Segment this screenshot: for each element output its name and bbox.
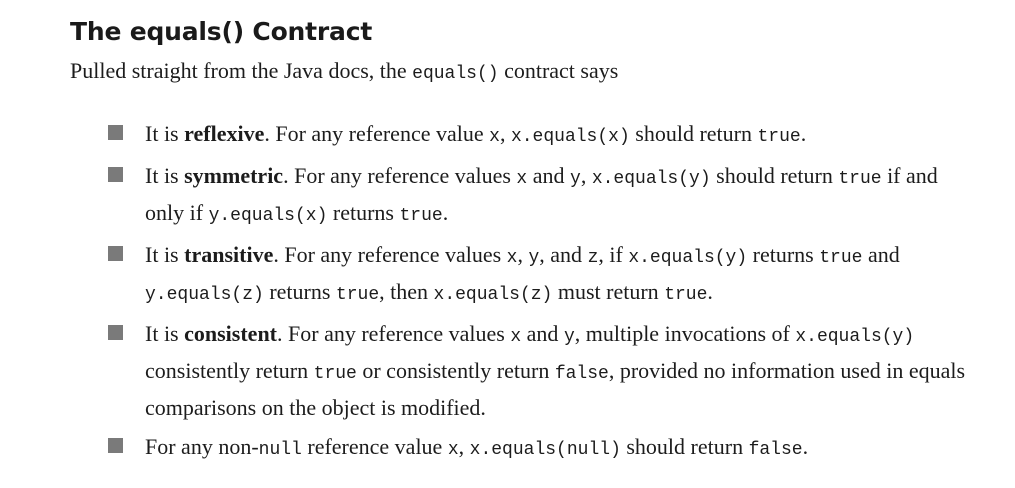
rule-code: true	[757, 127, 801, 147]
rule-code: x	[510, 327, 522, 347]
rule-text: and	[527, 163, 570, 188]
rule-code: y.equals(z)	[145, 285, 264, 305]
contract-rules-list: It is reflexive. For any reference value…	[70, 117, 970, 467]
square-bullet-icon	[108, 325, 123, 340]
square-bullet-icon	[108, 125, 123, 140]
rule-text: returns	[263, 279, 336, 304]
rule-term: consistent	[184, 321, 278, 346]
rule-code: x	[506, 248, 518, 268]
rule-text: It is	[145, 121, 185, 146]
rule-code: x.equals(y)	[628, 248, 748, 268]
rule-text: ,	[458, 434, 470, 459]
contract-rule-item: It is symmetric. For any reference value…	[70, 159, 970, 233]
rule-text: .	[800, 121, 807, 146]
rule-term: reflexive	[184, 121, 265, 146]
rule-text: . For any reference values	[277, 321, 511, 346]
rule-term: symmetric	[184, 163, 284, 188]
rule-text: It is	[145, 321, 185, 346]
rule-text: . For any reference values	[283, 163, 517, 188]
rule-code: y	[563, 327, 575, 347]
rule-code: y	[570, 169, 581, 189]
rule-text: ,	[580, 163, 592, 188]
rule-code: true	[335, 285, 380, 305]
rule-text: returns	[327, 200, 400, 225]
rule-code: true	[664, 285, 708, 305]
rule-text: , multiple invocations of	[574, 321, 796, 346]
rule-code: x.equals(z)	[433, 285, 553, 305]
rule-code: true	[819, 248, 863, 268]
rule-code: x.equals(null)	[469, 440, 621, 460]
section-heading: The equals() Contract	[70, 17, 373, 46]
rule-code: y	[528, 248, 540, 268]
rule-text: ,	[499, 121, 511, 146]
rule-text: reference value	[301, 434, 448, 459]
rule-text: returns	[747, 242, 820, 267]
rule-text: , and	[539, 242, 588, 267]
document-page: The equals() Contract Pulled straight fr…	[70, 14, 970, 472]
rule-term: transitive	[184, 242, 274, 267]
rule-text: and	[521, 321, 564, 346]
rule-text: should return	[620, 434, 749, 459]
intro-tail: contract says	[498, 58, 619, 83]
rule-text: , if	[598, 242, 629, 267]
intro-text: Pulled straight from the Java docs, the	[70, 58, 413, 83]
rule-text: must return	[552, 279, 665, 304]
square-bullet-icon	[108, 167, 123, 182]
rule-code: x	[516, 169, 528, 189]
rule-code: false	[554, 364, 609, 384]
intro-code: equals()	[412, 64, 499, 84]
rule-text: should return	[710, 163, 839, 188]
rule-code: null	[258, 440, 302, 460]
rule-text: For any non-	[145, 434, 259, 459]
square-bullet-icon	[108, 438, 123, 453]
rule-text: should return	[629, 121, 758, 146]
rule-text: or consistently return	[356, 358, 555, 383]
rule-text: .	[442, 200, 449, 225]
rule-code: x	[489, 127, 500, 147]
rule-code: x.equals(y)	[795, 327, 915, 347]
rule-text: It is	[145, 242, 185, 267]
contract-rule-item: For any non-null reference value x, x.eq…	[70, 430, 970, 467]
rule-text: . For any reference value	[264, 121, 490, 146]
rule-code: true	[399, 206, 443, 226]
rule-text: . For any reference values	[273, 242, 507, 267]
rule-code: x.equals(y)	[591, 169, 711, 189]
rule-text: ,	[517, 242, 529, 267]
rule-text: , then	[379, 279, 434, 304]
contract-rule-item: It is transitive. For any reference valu…	[70, 238, 970, 312]
rule-code: z	[587, 248, 599, 268]
rule-text: It is	[145, 163, 185, 188]
rule-code: false	[748, 440, 803, 460]
rule-code: x	[447, 440, 459, 460]
intro-paragraph: Pulled straight from the Java docs, the …	[70, 56, 970, 89]
rule-text: consistently return	[145, 358, 314, 383]
rule-code: x.equals(x)	[510, 127, 630, 147]
rule-code: true	[313, 364, 357, 384]
square-bullet-icon	[108, 246, 123, 261]
rule-code: true	[838, 169, 882, 189]
rule-text: .	[707, 279, 713, 304]
contract-rule-item: It is reflexive. For any reference value…	[70, 117, 970, 154]
rule-code: y.equals(x)	[208, 206, 328, 226]
contract-rule-item: It is consistent. For any reference valu…	[70, 317, 970, 425]
rule-text: and	[862, 242, 900, 267]
rule-text: .	[802, 434, 809, 459]
